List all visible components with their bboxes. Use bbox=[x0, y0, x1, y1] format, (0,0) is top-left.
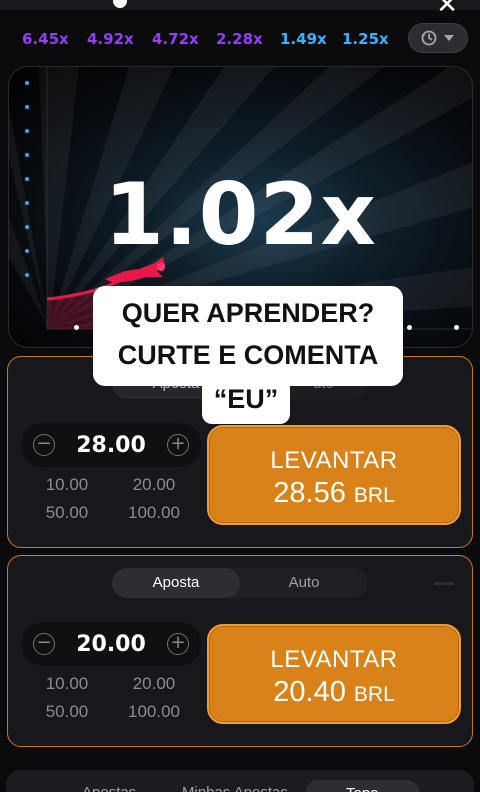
caption-line: QUER APRENDER? bbox=[121, 298, 375, 328]
caption-line: “EU” bbox=[213, 384, 279, 414]
cashout-label: LEVANTAR bbox=[270, 447, 398, 474]
bet-panel-2: Aposta Auto − 20.00 + 10.00 20.00 50.00 … bbox=[7, 555, 473, 747]
caption-overlay-tail: “EU” bbox=[202, 376, 290, 424]
history-multiplier: 4.92x bbox=[87, 30, 134, 48]
cashout-button[interactable]: LEVANTAR 20.40 BRL bbox=[207, 624, 461, 724]
decrease-button[interactable]: − bbox=[33, 434, 55, 456]
tab-all-bets[interactable]: Apostas bbox=[82, 784, 136, 792]
tab-auto[interactable]: Auto bbox=[240, 568, 368, 598]
tab-my-bets[interactable]: Minhas Apostas bbox=[182, 784, 288, 792]
collapse-handle[interactable] bbox=[434, 582, 454, 585]
history-multiplier: 4.72x bbox=[152, 30, 199, 48]
menu-dot-icon[interactable] bbox=[113, 0, 127, 8]
quick-amount-button[interactable]: 20.00 bbox=[110, 674, 198, 694]
top-bar: ✕ bbox=[0, 0, 480, 20]
bet-mode-tabs: Aposta Auto bbox=[112, 568, 368, 598]
cashout-value: 20.40 bbox=[273, 676, 346, 708]
quick-amount-button[interactable]: 50.00 bbox=[23, 503, 111, 523]
tab-bet[interactable]: Aposta bbox=[112, 568, 240, 598]
history-multiplier: 6.45x bbox=[22, 30, 69, 48]
tab-top[interactable]: Topo bbox=[306, 780, 419, 792]
chevron-down-icon bbox=[444, 35, 454, 41]
history-multiplier: 2.28x bbox=[216, 30, 263, 48]
quick-amount-button[interactable]: 100.00 bbox=[110, 503, 198, 523]
bet-amount-value[interactable]: 20.00 bbox=[61, 632, 161, 657]
currency-label: BRL bbox=[353, 484, 395, 507]
history-multiplier: 1.49x bbox=[280, 30, 327, 48]
bet-amount-stepper: − 20.00 + bbox=[21, 622, 201, 666]
cashout-label: LEVANTAR bbox=[270, 646, 398, 673]
multiplier-history: 6.45x 4.92x 4.72x 2.28x 1.49x 1.25x bbox=[0, 18, 480, 58]
caption-overlay: QUER APRENDER? CURTE E COMENTA bbox=[93, 286, 403, 386]
bet-amount-stepper: − 28.00 + bbox=[21, 423, 201, 467]
bets-list-tabs: Apostas Minhas Apostas Topo bbox=[6, 770, 474, 792]
cashout-amount: 28.56 BRL bbox=[209, 477, 459, 510]
history-multiplier: 1.25x bbox=[342, 30, 389, 48]
cashout-value: 28.56 bbox=[273, 477, 346, 509]
close-icon[interactable]: ✕ bbox=[436, 0, 458, 20]
current-multiplier: 1.02x bbox=[104, 165, 377, 265]
history-toggle-button[interactable] bbox=[408, 23, 468, 53]
cashout-amount: 20.40 BRL bbox=[209, 676, 459, 709]
quick-amount-button[interactable]: 100.00 bbox=[110, 702, 198, 722]
bet-amount-value[interactable]: 28.00 bbox=[61, 433, 161, 458]
caption-line: CURTE E COMENTA bbox=[117, 340, 379, 370]
quick-amount-button[interactable]: 10.00 bbox=[23, 674, 111, 694]
increase-button[interactable]: + bbox=[167, 633, 189, 655]
currency-label: BRL bbox=[353, 683, 395, 706]
history-clock-icon bbox=[421, 30, 437, 46]
quick-amount-button[interactable]: 50.00 bbox=[23, 702, 111, 722]
increase-button[interactable]: + bbox=[167, 434, 189, 456]
cashout-button[interactable]: LEVANTAR 28.56 BRL bbox=[207, 425, 461, 525]
decrease-button[interactable]: − bbox=[33, 633, 55, 655]
quick-amount-button[interactable]: 10.00 bbox=[23, 475, 111, 495]
quick-amount-button[interactable]: 20.00 bbox=[110, 475, 198, 495]
